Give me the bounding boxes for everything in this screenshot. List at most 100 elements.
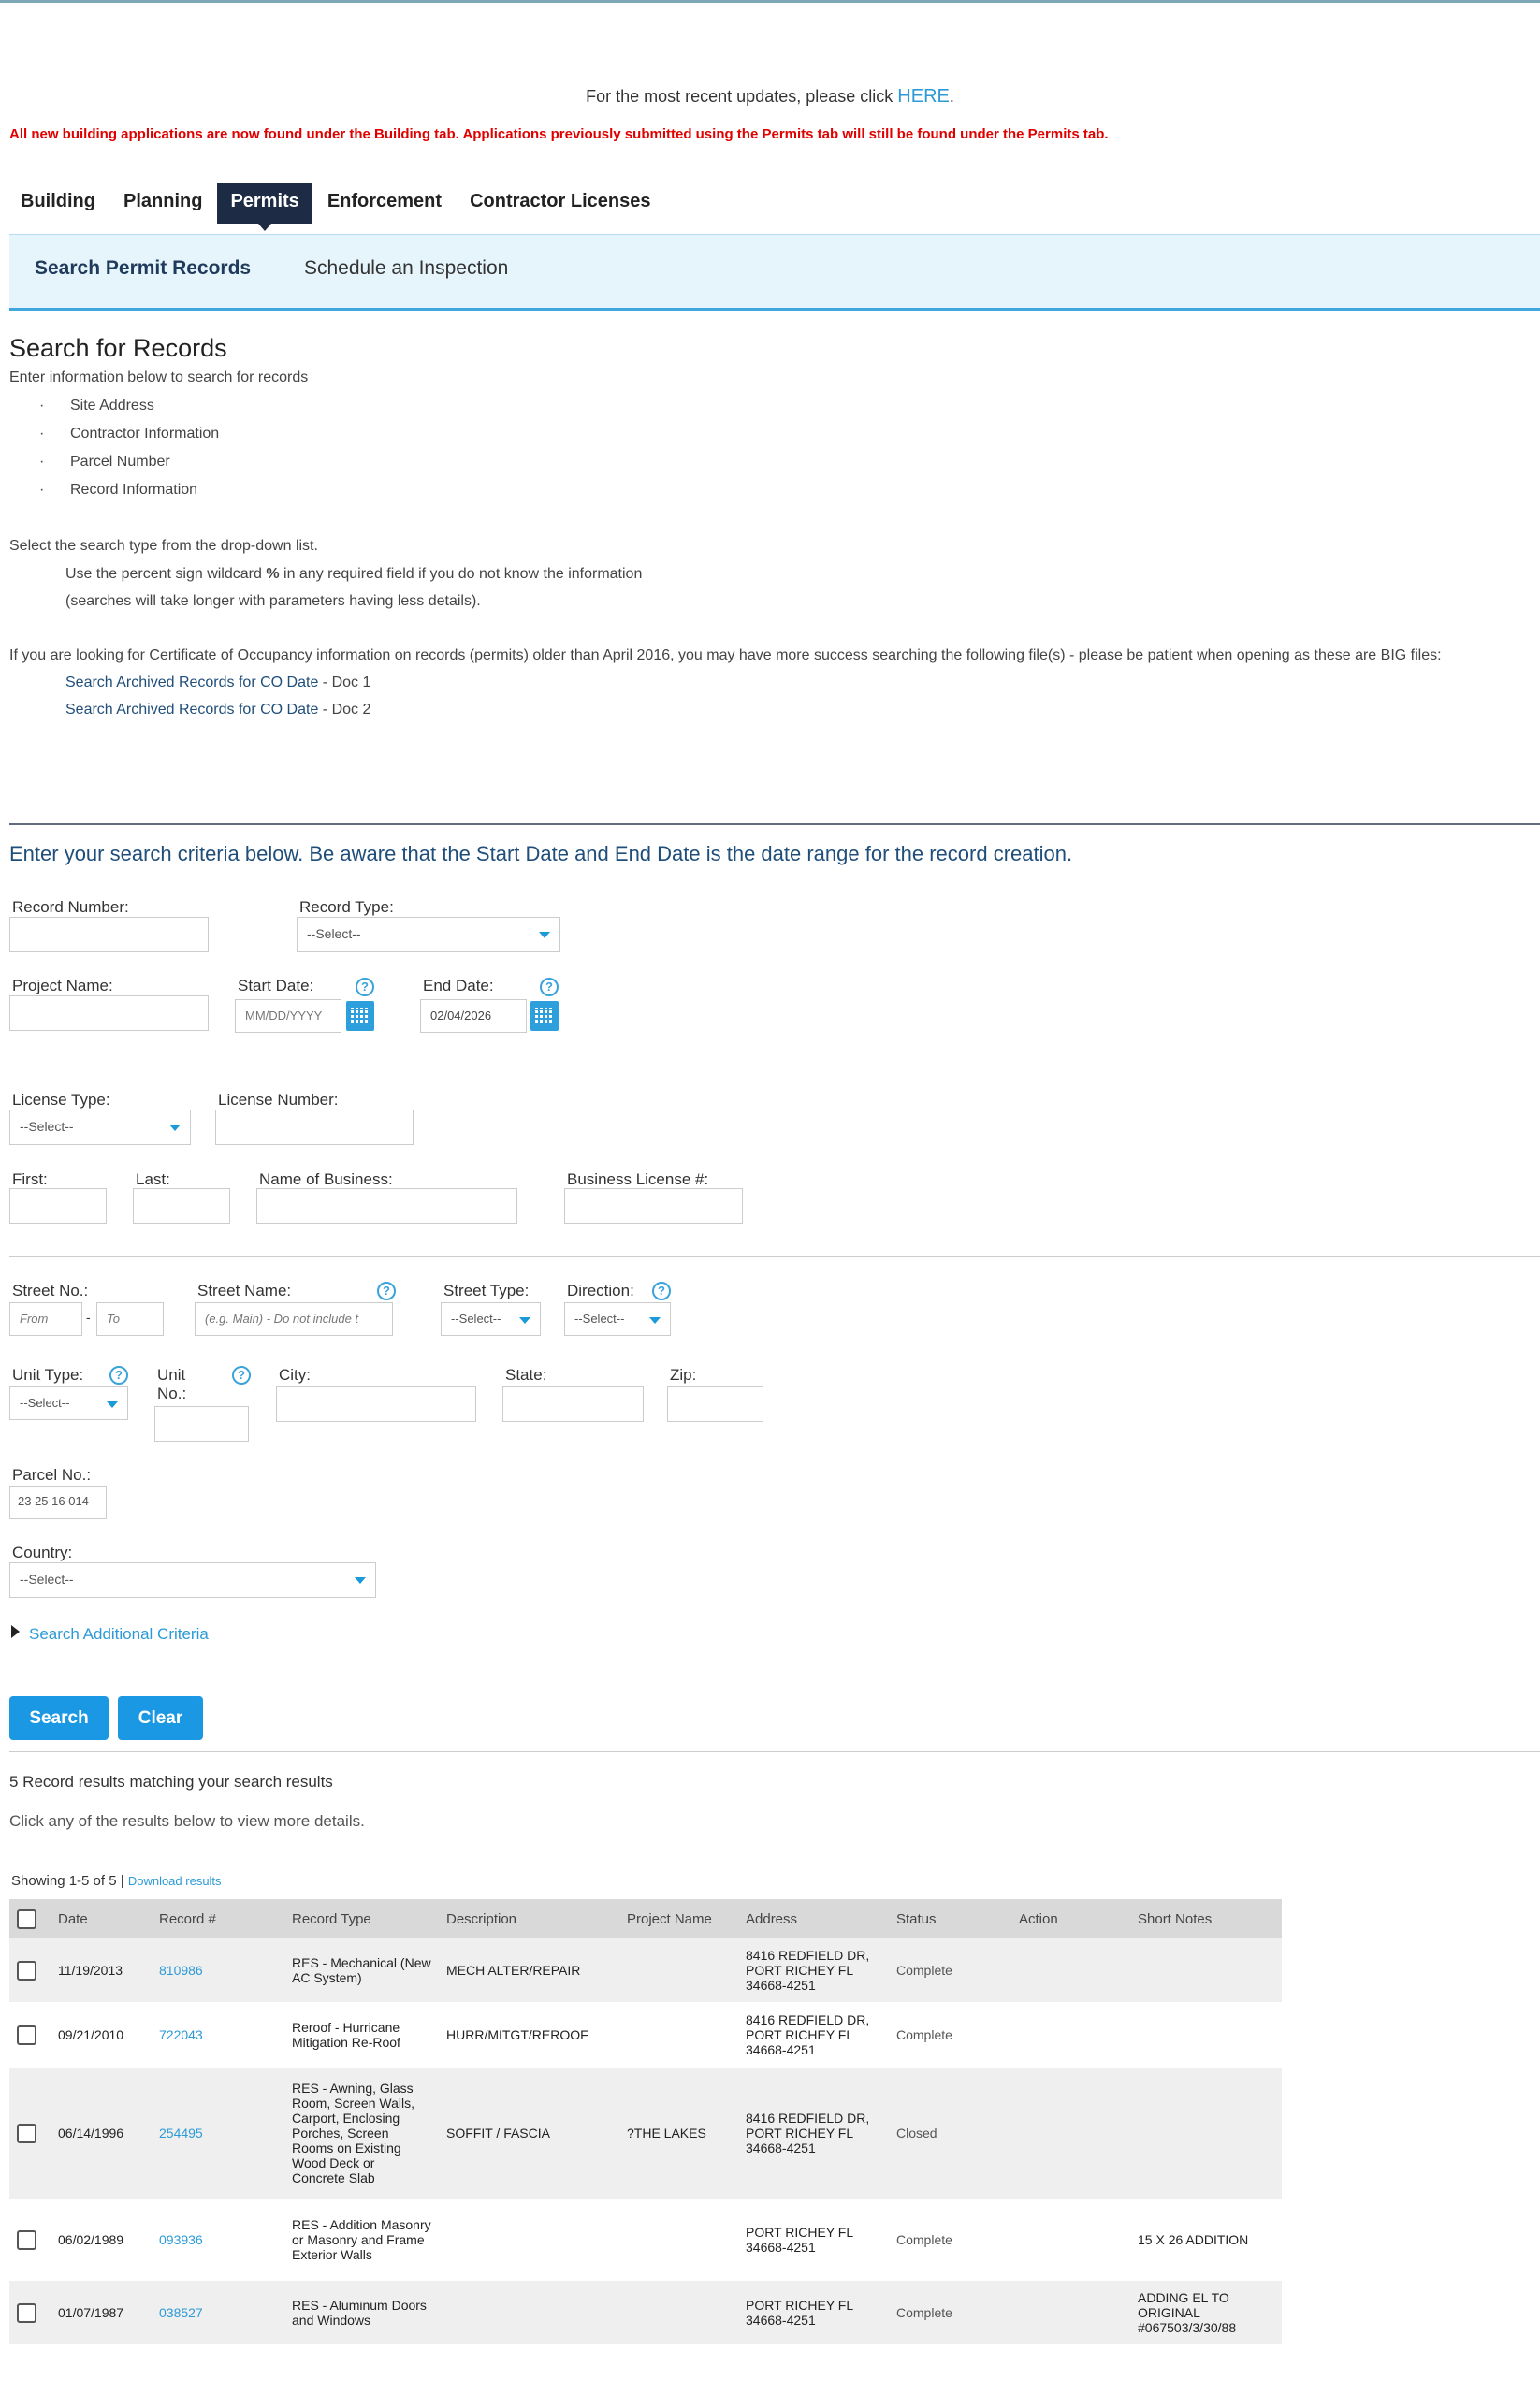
- street-name-help-icon[interactable]: ?: [377, 1282, 396, 1300]
- row-short-notes: [1130, 1938, 1282, 2002]
- end-date-input[interactable]: 02/04/2026: [420, 999, 527, 1033]
- bullet-dot: ·: [39, 482, 45, 498]
- col-status[interactable]: Status: [889, 1899, 1011, 1938]
- clear-button[interactable]: Clear: [118, 1696, 203, 1740]
- bullet-dot: ·: [39, 454, 45, 470]
- license-type-label: License Type:: [12, 1091, 110, 1109]
- end-date-calendar-icon[interactable]: [530, 1001, 559, 1031]
- col-date[interactable]: Date: [51, 1899, 152, 1938]
- subtab-search-permit-records[interactable]: Search Permit Records: [35, 257, 251, 280]
- last-name-input[interactable]: [133, 1188, 230, 1224]
- business-license-input[interactable]: [564, 1188, 743, 1224]
- row-date: 09/21/2010: [58, 2027, 124, 2042]
- bullet-dot: ·: [39, 398, 45, 414]
- row-description: SOFFIT / FASCIA: [439, 2068, 619, 2199]
- results-divider: [9, 1751, 1540, 1752]
- parcel-no-input[interactable]: 23 25 16 014: [9, 1486, 107, 1519]
- table-row[interactable]: 01/07/1987 038527 RES - Aluminum Doors a…: [9, 2281, 1282, 2344]
- wildcard-note: (searches will take longer with paramete…: [65, 593, 481, 609]
- street-type-label: Street Type:: [443, 1282, 530, 1299]
- chevron-down-icon: [539, 932, 550, 938]
- record-number-link[interactable]: 722043: [152, 2002, 284, 2068]
- search-button[interactable]: Search: [9, 1696, 109, 1740]
- country-select[interactable]: --Select--: [9, 1562, 376, 1598]
- building-tab-alert: All new building applications are now fo…: [9, 126, 1109, 142]
- street-name-input[interactable]: (e.g. Main) - Do not include t: [195, 1302, 393, 1336]
- zip-input[interactable]: [667, 1386, 763, 1422]
- expand-arrow-icon[interactable]: [11, 1625, 20, 1638]
- tab-building[interactable]: Building: [7, 183, 109, 224]
- license-number-input[interactable]: [215, 1110, 414, 1145]
- unit-no-input[interactable]: [154, 1406, 249, 1442]
- street-type-select[interactable]: --Select--: [441, 1302, 541, 1336]
- record-number-link[interactable]: 810986: [152, 1938, 284, 2002]
- street-to-input[interactable]: To: [96, 1302, 164, 1336]
- table-row[interactable]: 09/21/2010 722043 Reroof - Hurricane Mit…: [9, 2002, 1282, 2068]
- subtab-schedule-inspection[interactable]: Schedule an Inspection: [304, 257, 508, 280]
- col-short-notes: Short Notes: [1130, 1899, 1282, 1938]
- form-divider: [9, 1256, 1540, 1257]
- chevron-down-icon: [649, 1317, 661, 1324]
- row-status: Complete: [889, 2281, 1011, 2344]
- row-status: Complete: [896, 2232, 952, 2247]
- table-row[interactable]: 06/14/1996 254495 RES - Awning, Glass Ro…: [9, 2068, 1282, 2199]
- row-checkbox[interactable]: [17, 2229, 36, 2250]
- table-header-row: Date Record # Record Type Description Pr…: [9, 1899, 1282, 1938]
- download-results-link[interactable]: Download results: [128, 1874, 222, 1888]
- unit-type-help-icon[interactable]: ?: [109, 1366, 128, 1385]
- row-short-notes: 15 X 26 ADDITION: [1138, 2232, 1249, 2247]
- tab-planning[interactable]: Planning: [110, 183, 215, 224]
- business-license-label: Business License #:: [567, 1170, 709, 1188]
- table-row[interactable]: 06/02/1989 093936 RES - Addition Masonry…: [9, 2199, 1282, 2281]
- record-type-select[interactable]: --Select--: [297, 917, 560, 952]
- end-date-help-icon[interactable]: ?: [540, 978, 559, 996]
- record-number-input[interactable]: [9, 917, 209, 952]
- unit-type-select[interactable]: --Select--: [9, 1386, 128, 1420]
- col-project-name[interactable]: Project Name: [619, 1899, 738, 1938]
- col-record-type[interactable]: Record Type: [284, 1899, 439, 1938]
- archive-link-doc2[interactable]: Search Archived Records for CO Date: [65, 702, 318, 718]
- archive-link-doc1[interactable]: Search Archived Records for CO Date: [65, 675, 318, 690]
- project-name-input[interactable]: [9, 995, 209, 1031]
- tab-contractor-licenses[interactable]: Contractor Licenses: [457, 183, 663, 224]
- business-name-input[interactable]: [256, 1188, 517, 1224]
- zip-label: Zip:: [670, 1366, 697, 1384]
- state-input[interactable]: [502, 1386, 644, 1422]
- sub-navigation: Search Permit Records Schedule an Inspec…: [9, 234, 1540, 311]
- select-all-checkbox[interactable]: [17, 1909, 36, 1929]
- row-checkbox[interactable]: [17, 2123, 36, 2143]
- tab-permits[interactable]: Permits: [217, 183, 312, 231]
- direction-select[interactable]: --Select--: [564, 1302, 671, 1336]
- street-from-input[interactable]: From: [9, 1302, 82, 1336]
- start-date-help-icon[interactable]: ?: [356, 978, 374, 996]
- city-input[interactable]: [276, 1386, 476, 1422]
- parcel-no-label: Parcel No.:: [12, 1466, 92, 1484]
- row-checkbox[interactable]: [17, 2302, 36, 2323]
- start-date-calendar-icon[interactable]: [346, 1001, 374, 1031]
- record-number-link[interactable]: 038527: [152, 2281, 284, 2344]
- start-date-input[interactable]: MM/DD/YYYY: [235, 999, 341, 1033]
- search-additional-criteria-link[interactable]: Search Additional Criteria: [29, 1625, 209, 1644]
- wildcard-instruction: Use the percent sign wildcard % in any r…: [65, 566, 643, 582]
- col-record-number[interactable]: Record #: [152, 1899, 284, 1938]
- unit-no-help-icon[interactable]: ?: [232, 1366, 251, 1385]
- first-name-input[interactable]: [9, 1188, 107, 1224]
- row-short-notes: ADDING EL TO ORIGINAL #067503/3/30/88: [1130, 2281, 1282, 2344]
- section-divider: [9, 823, 1540, 825]
- results-pagination-info: Showing 1-5 of 5 | Download results: [11, 1873, 222, 1889]
- row-checkbox[interactable]: [17, 1960, 36, 1981]
- direction-help-icon[interactable]: ?: [652, 1282, 671, 1300]
- record-number-link[interactable]: 254495: [152, 2068, 284, 2199]
- updates-notice: For the most recent updates, please clic…: [586, 86, 954, 107]
- table-row[interactable]: 11/19/2013 810986 RES - Mechanical (New …: [9, 1938, 1282, 2002]
- tab-enforcement[interactable]: Enforcement: [314, 183, 455, 224]
- row-checkbox[interactable]: [17, 2025, 36, 2045]
- col-description[interactable]: Description: [439, 1899, 619, 1938]
- license-type-select[interactable]: --Select--: [9, 1110, 191, 1145]
- record-number-label: Record Number:: [12, 898, 129, 916]
- here-link[interactable]: HERE: [897, 86, 950, 107]
- criteria-heading: Enter your search criteria below. Be awa…: [9, 842, 1073, 865]
- row-status: Closed: [889, 2068, 1011, 2199]
- record-number-link[interactable]: 093936: [152, 2199, 284, 2281]
- col-address[interactable]: Address: [738, 1899, 889, 1938]
